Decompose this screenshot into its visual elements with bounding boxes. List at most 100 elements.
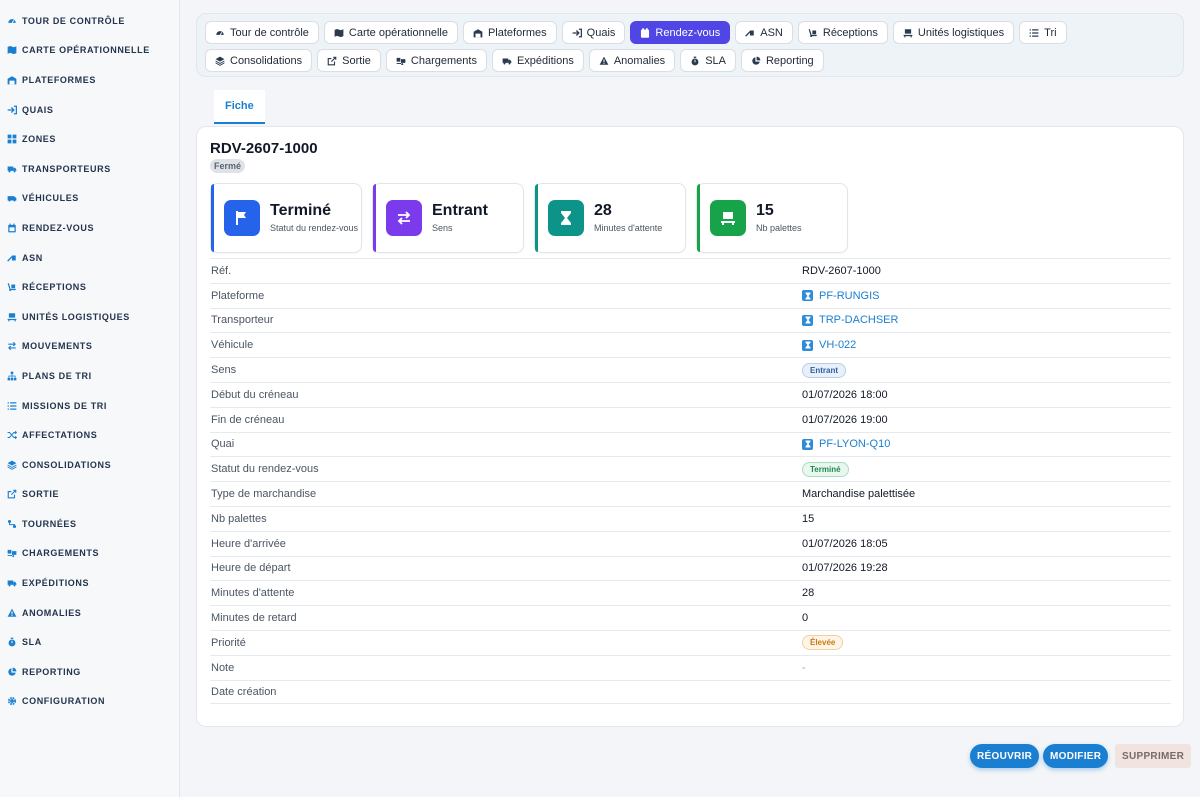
edit-button[interactable]: MODIFIER bbox=[1043, 744, 1109, 768]
cog-icon bbox=[6, 696, 17, 707]
sidebar-item-carte-op-rationnelle[interactable]: CARTE OPÉRATIONNELLE bbox=[0, 36, 179, 66]
sidebar-item-r-ceptions[interactable]: RÉCEPTIONS bbox=[0, 272, 179, 302]
link-icon bbox=[802, 314, 813, 326]
stat-text: 15 Nb palettes bbox=[756, 202, 802, 234]
field-value: 28 bbox=[802, 587, 815, 600]
nav-chip-asn[interactable]: ASN bbox=[735, 21, 793, 44]
sidebar-item-label: AFFECTATIONS bbox=[22, 430, 98, 441]
dolly-icon bbox=[808, 28, 818, 38]
sidebar-item-sortie[interactable]: SORTIE bbox=[0, 480, 179, 510]
truck-icon bbox=[6, 163, 17, 174]
sidebar-item-mouvements[interactable]: MOUVEMENTS bbox=[0, 332, 179, 362]
nav-chip-carte-op-rationnelle[interactable]: Carte opérationnelle bbox=[323, 21, 458, 44]
nav-chip-rendez-vous[interactable]: Rendez-vous bbox=[630, 21, 731, 44]
sidebar-item-anomalies[interactable]: ANOMALIES bbox=[0, 598, 179, 628]
sidebar-item-plans-de-tri[interactable]: PLANS DE TRI bbox=[0, 361, 179, 391]
sidebar-item-sla[interactable]: SLA bbox=[0, 627, 179, 657]
nav-chip-sla[interactable]: SLA bbox=[680, 49, 736, 72]
reopen-button[interactable]: RÉOUVRIR bbox=[970, 744, 1040, 768]
sidebar-item-asn[interactable]: ASN bbox=[0, 243, 179, 273]
chart-pie-icon bbox=[751, 56, 761, 66]
sidebar-item-v-hicules[interactable]: VÉHICULES bbox=[0, 184, 179, 214]
sidebar-item-reporting[interactable]: REPORTING bbox=[0, 657, 179, 687]
nav-chip-tour-de-contr-le[interactable]: Tour de contrôle bbox=[205, 21, 319, 44]
nav-chip-plateformes[interactable]: Plateformes bbox=[462, 21, 557, 44]
field-label: Sens bbox=[211, 364, 237, 377]
shipping-icon bbox=[6, 578, 17, 589]
nav-chip-chargements[interactable]: Chargements bbox=[385, 49, 487, 72]
stat-value: Terminé bbox=[270, 202, 332, 219]
record-link[interactable]: VH-022 bbox=[819, 339, 856, 351]
sidebar-item-label: SLA bbox=[22, 637, 42, 648]
sidebar-item-label: CARTE OPÉRATIONNELLE bbox=[22, 45, 150, 56]
field-label: Statut du rendez-vous bbox=[211, 463, 319, 476]
sidebar-item-tourn-es[interactable]: TOURNÉES bbox=[0, 509, 179, 539]
layers-icon bbox=[6, 459, 17, 470]
nav-chip-exp-ditions[interactable]: Expéditions bbox=[491, 49, 584, 72]
nav-chip-sortie[interactable]: Sortie bbox=[317, 49, 381, 72]
sidebar-item-label: PLATEFORMES bbox=[22, 74, 96, 85]
sidebar-item-label: TRANSPORTEURS bbox=[22, 163, 111, 174]
nav-chip-label: ASN bbox=[760, 26, 783, 39]
table-row: Type de marchandise Marchandise palettisé… bbox=[210, 481, 1171, 506]
shuffle-icon bbox=[6, 430, 17, 441]
stat-label: Nb palettes bbox=[756, 223, 802, 233]
record-link[interactable]: PF-RUNGIS bbox=[819, 290, 880, 302]
sidebar-item-chargements[interactable]: CHARGEMENTS bbox=[0, 539, 179, 569]
flag-icon bbox=[224, 200, 260, 236]
field-value: - bbox=[802, 661, 806, 674]
field-value-cell: TRP-DACHSER bbox=[802, 314, 898, 326]
record-link[interactable]: PF-LYON-Q10 bbox=[819, 438, 890, 450]
nav-chip-quais[interactable]: Quais bbox=[561, 21, 626, 44]
nav-chip-label: Consolidations bbox=[230, 54, 303, 67]
field-label: Quai bbox=[211, 438, 235, 451]
gauge-icon bbox=[6, 15, 17, 26]
sidebar-item-quais[interactable]: QUAIS bbox=[0, 95, 179, 125]
exchange-icon bbox=[386, 200, 422, 236]
hourglass-icon bbox=[548, 200, 584, 236]
sidebar-item-affectations[interactable]: AFFECTATIONS bbox=[0, 420, 179, 450]
nav-chip-consolidations[interactable]: Consolidations bbox=[205, 49, 313, 72]
sidebar-item-exp-ditions[interactable]: EXPÉDITIONS bbox=[0, 568, 179, 598]
warehouse-icon bbox=[6, 74, 17, 85]
stat-card: Terminé Statut du rendez-vous bbox=[210, 183, 362, 253]
truck-ramp-icon bbox=[6, 252, 17, 263]
sidebar-item-plateformes[interactable]: PLATEFORMES bbox=[0, 65, 179, 95]
nav-chip-label: Unités logistiques bbox=[917, 26, 1005, 39]
truck-loading-icon bbox=[6, 548, 17, 559]
sidebar-item-label: ASN bbox=[22, 252, 43, 263]
field-label: Début du créneau bbox=[211, 388, 299, 401]
nav-chip-anomalies[interactable]: Anomalies bbox=[588, 49, 676, 72]
table-row: Plateforme PF-RUNGIS bbox=[210, 282, 1171, 308]
nav-chip-reporting[interactable]: Reporting bbox=[740, 49, 824, 72]
pallet-icon bbox=[6, 311, 17, 322]
delete-button[interactable]: SUPPRIMER bbox=[1115, 744, 1192, 768]
sign-in-icon bbox=[6, 104, 17, 115]
field-value: 15 bbox=[802, 512, 815, 525]
link-icon bbox=[802, 290, 813, 302]
field-value-cell: 01/07/2026 18:00 bbox=[802, 389, 888, 401]
stat-accent-bar bbox=[211, 184, 214, 252]
field-value-cell: 01/07/2026 18:05 bbox=[802, 538, 888, 550]
sidebar-item-label: MOUVEMENTS bbox=[22, 341, 93, 352]
stopwatch-icon bbox=[6, 637, 17, 648]
sidebar-item-missions-de-tri[interactable]: MISSIONS DE TRI bbox=[0, 391, 179, 421]
status-badge: Fermé bbox=[210, 159, 246, 173]
nav-chip-unit-s-logistiques[interactable]: Unités logistiques bbox=[892, 21, 1015, 44]
field-value-cell: PF-LYON-Q10 bbox=[802, 438, 890, 450]
field-value-cell: Entrant bbox=[802, 362, 846, 378]
sidebar-item-unit-s-logistiques[interactable]: UNITÉS LOGISTIQUES bbox=[0, 302, 179, 332]
sidebar-item-transporteurs[interactable]: TRANSPORTEURS bbox=[0, 154, 179, 184]
nav-chip-tri[interactable]: Tri bbox=[1019, 21, 1067, 44]
nav-chip-r-ceptions[interactable]: Réceptions bbox=[797, 21, 888, 44]
tab-fiche[interactable]: Fiche bbox=[214, 90, 265, 124]
stat-accent-bar bbox=[373, 184, 376, 252]
sidebar-item-tour-de-contr-le[interactable]: TOUR DE CONTRÔLE bbox=[0, 6, 179, 36]
field-value-cell: 28 bbox=[802, 587, 814, 599]
record-link[interactable]: TRP-DACHSER bbox=[819, 314, 898, 326]
gauge-icon bbox=[215, 28, 225, 38]
sidebar-item-configuration[interactable]: CONFIGURATION bbox=[0, 687, 179, 717]
sidebar-item-rendez-vous[interactable]: RENDEZ-VOUS bbox=[0, 213, 179, 243]
sidebar-item-consolidations[interactable]: CONSOLIDATIONS bbox=[0, 450, 179, 480]
sidebar-item-zones[interactable]: ZONES bbox=[0, 124, 179, 154]
